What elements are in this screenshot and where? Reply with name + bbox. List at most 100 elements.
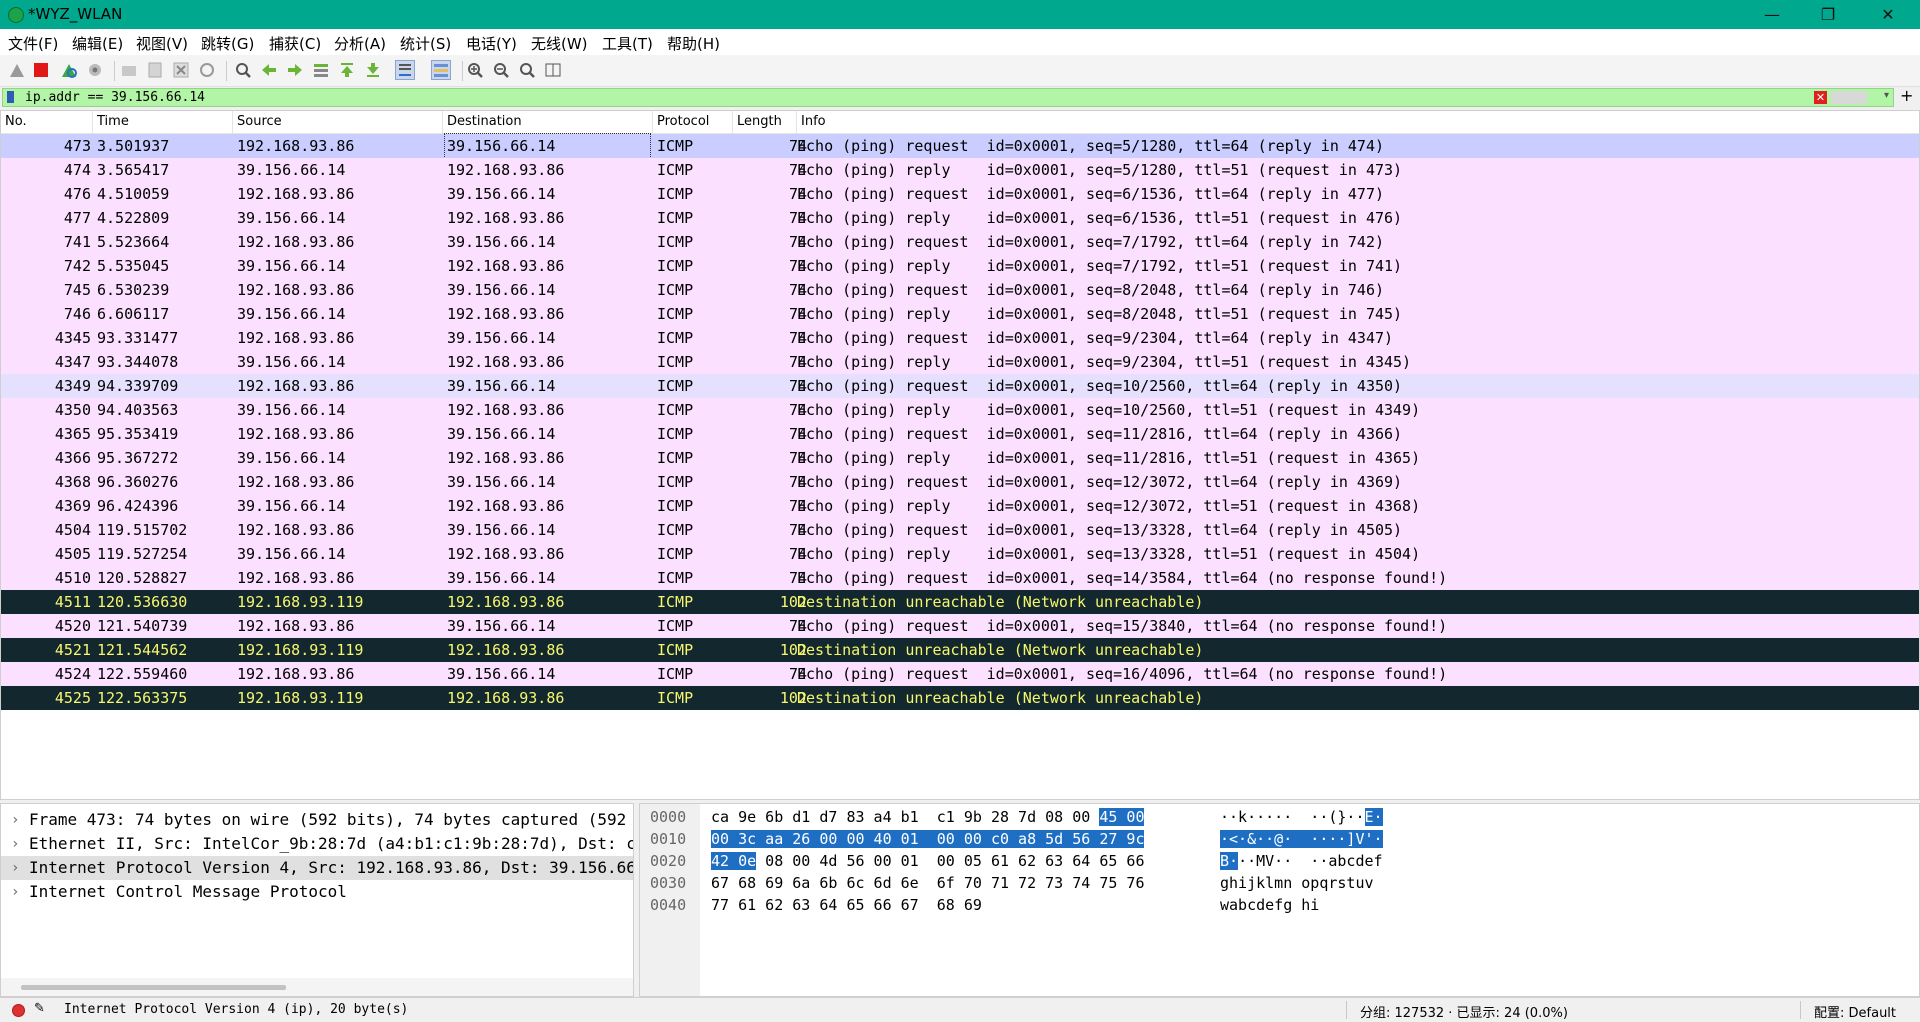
column-header-source[interactable]: Source bbox=[233, 111, 443, 133]
edit-comment-icon[interactable]: ✎ bbox=[34, 1001, 45, 1016]
status-field-info: Internet Protocol Version 4 (ip), 20 byt… bbox=[64, 1002, 409, 1017]
expand-arrow-icon[interactable]: › bbox=[11, 856, 19, 880]
close-button[interactable]: ✕ bbox=[1860, 0, 1916, 29]
auto-scroll-icon[interactable] bbox=[395, 60, 415, 80]
expand-arrow-icon[interactable]: › bbox=[11, 880, 19, 904]
packet-row[interactable]: 4520 121.540739 192.168.93.86 39.156.66.14 I… bbox=[1, 614, 1919, 638]
maximize-button[interactable]: ❐ bbox=[1800, 0, 1856, 29]
byte-hex[interactable]: 67 68 69 6a 6b 6c 6d 6e 6f 70 71 72 73 7… bbox=[711, 872, 1144, 894]
byte-hex[interactable]: 00 3c aa 26 00 00 40 01 00 00 c0 a8 5d 5… bbox=[711, 828, 1145, 850]
display-filter-bar[interactable]: ip.addr == 39.156.66.14 ✕ ▾ bbox=[2, 88, 1894, 107]
menu-help[interactable]: 帮助(H) bbox=[667, 33, 720, 54]
packet-row[interactable]: 4349 94.339709 192.168.93.86 39.156.66.14 IC… bbox=[1, 374, 1919, 398]
byte-hex[interactable]: 77 61 62 63 64 65 66 67 68 69 bbox=[711, 894, 982, 916]
packet-row[interactable]: 4521 121.544562 192.168.93.119 192.168.93.8… bbox=[1, 638, 1919, 662]
packet-details-pane[interactable]: › Frame 473: 74 bytes on wire (592 bits),… bbox=[0, 803, 634, 997]
packet-row[interactable]: 4510 120.528827 192.168.93.86 39.156.66.14 I… bbox=[1, 566, 1919, 590]
packet-row[interactable]: 4524 122.559460 192.168.93.86 39.156.66.14 I… bbox=[1, 662, 1919, 686]
packet-row[interactable]: 4525 122.563375 192.168.93.119 192.168.93.8… bbox=[1, 686, 1919, 710]
start-capture-icon[interactable] bbox=[8, 61, 26, 79]
stop-capture-icon[interactable] bbox=[32, 61, 50, 79]
byte-ascii[interactable]: wabcdefg hi bbox=[1220, 894, 1319, 916]
menu-telephony[interactable]: 电话(Y) bbox=[466, 33, 517, 54]
resize-columns-icon[interactable] bbox=[544, 61, 562, 79]
packet-bytes-pane[interactable]: 0000 ca 9e 6b d1 d7 83 a4 b1 c1 9b 28 7d … bbox=[639, 803, 1920, 997]
detail-tree-item[interactable]: › Ethernet II, Src: IntelCor_9b:28:7d (a4… bbox=[1, 832, 633, 856]
menu-analyze[interactable]: 分析(A) bbox=[334, 33, 386, 54]
packet-row[interactable]: 477 4.522809 39.156.66.14 192.168.93.86 ICMP… bbox=[1, 206, 1919, 230]
packet-row[interactable]: 746 6.606117 39.156.66.14 192.168.93.86 ICMP… bbox=[1, 302, 1919, 326]
detail-tree-item[interactable]: › Internet Protocol Version 4, Src: 192.1… bbox=[1, 856, 633, 880]
detail-tree-item[interactable]: › Internet Control Message Protocol bbox=[1, 880, 633, 904]
filter-history-dropdown-icon[interactable]: ▾ bbox=[1884, 90, 1889, 101]
column-header-length[interactable]: Length bbox=[733, 111, 797, 133]
restart-capture-icon[interactable] bbox=[60, 61, 78, 79]
column-header-protocol[interactable]: Protocol bbox=[653, 111, 733, 133]
byte-ascii[interactable]: B···MV·· ··abcdef bbox=[1220, 850, 1383, 872]
menu-view[interactable]: 视图(V) bbox=[136, 33, 188, 54]
go-last-packet-icon[interactable] bbox=[364, 61, 382, 79]
add-filter-button[interactable]: + bbox=[1900, 86, 1913, 105]
details-scrollbar-thumb[interactable] bbox=[21, 985, 286, 990]
colorize-icon[interactable] bbox=[431, 60, 451, 80]
expand-arrow-icon[interactable]: › bbox=[11, 832, 19, 856]
expand-arrow-icon[interactable]: › bbox=[11, 808, 19, 832]
packet-list[interactable]: No. Time Source Destination Protocol Len… bbox=[0, 110, 1920, 800]
go-to-packet-icon[interactable] bbox=[312, 61, 330, 79]
packet-row[interactable]: 476 4.510059 192.168.93.86 39.156.66.14 ICMP… bbox=[1, 182, 1919, 206]
byte-ascii[interactable]: ·<·&··@· ····]V'· bbox=[1220, 828, 1383, 850]
packet-row[interactable]: 4365 95.353419 192.168.93.86 39.156.66.14 IC… bbox=[1, 422, 1919, 446]
packet-row[interactable]: 4366 95.367272 39.156.66.14 192.168.93.86 IC… bbox=[1, 446, 1919, 470]
packet-row[interactable]: 474 3.565417 39.156.66.14 192.168.93.86 ICMP… bbox=[1, 158, 1919, 182]
zoom-in-icon[interactable] bbox=[466, 61, 484, 79]
filter-bookmark-icon[interactable] bbox=[7, 91, 14, 103]
packet-row[interactable]: 745 6.530239 192.168.93.86 39.156.66.14 ICMP… bbox=[1, 278, 1919, 302]
packet-info: Destination unreachable (Network unreach… bbox=[797, 689, 1204, 707]
byte-ascii[interactable]: ghijklmn opqrstuv bbox=[1220, 872, 1374, 894]
packet-row[interactable]: 4345 93.331477 192.168.93.86 39.156.66.14 IC… bbox=[1, 326, 1919, 350]
go-back-icon[interactable] bbox=[260, 61, 278, 79]
go-forward-icon[interactable] bbox=[286, 61, 304, 79]
packet-destination: 39.156.66.14 bbox=[447, 569, 556, 587]
packet-row[interactable]: 4369 96.424396 39.156.66.14 192.168.93.86 IC… bbox=[1, 494, 1919, 518]
packet-row[interactable]: 4347 93.344078 39.156.66.14 192.168.93.86 IC… bbox=[1, 350, 1919, 374]
packet-row[interactable]: 4504 119.515702 192.168.93.86 39.156.66.14 I… bbox=[1, 518, 1919, 542]
menu-edit[interactable]: 编辑(E) bbox=[72, 33, 123, 54]
find-packet-icon[interactable] bbox=[234, 61, 252, 79]
go-first-packet-icon[interactable] bbox=[338, 61, 356, 79]
column-header-info[interactable]: Info bbox=[797, 111, 1919, 133]
menu-go[interactable]: 跳转(G) bbox=[201, 33, 254, 54]
byte-ascii[interactable]: ··k····· ··(}··E· bbox=[1220, 806, 1383, 828]
packet-row[interactable]: 4505 119.527254 39.156.66.14 192.168.93.86 I… bbox=[1, 542, 1919, 566]
open-file-icon[interactable] bbox=[120, 61, 138, 79]
display-filter-input[interactable]: ip.addr == 39.156.66.14 bbox=[25, 89, 205, 106]
minimize-button[interactable]: — bbox=[1744, 0, 1800, 29]
column-header-destination[interactable]: Destination bbox=[443, 111, 653, 133]
clear-filter-icon[interactable]: ✕ bbox=[1814, 91, 1827, 104]
menu-tools[interactable]: 工具(T) bbox=[602, 33, 653, 54]
expert-info-icon[interactable] bbox=[12, 1004, 25, 1017]
zoom-normal-icon[interactable] bbox=[518, 61, 536, 79]
packet-row[interactable]: 4511 120.536630 192.168.93.119 192.168.93.8… bbox=[1, 590, 1919, 614]
packet-row[interactable]: 4368 96.360276 192.168.93.86 39.156.66.14 IC… bbox=[1, 470, 1919, 494]
close-file-icon[interactable] bbox=[172, 61, 190, 79]
reload-file-icon[interactable] bbox=[198, 61, 216, 79]
detail-tree-item[interactable]: › Frame 473: 74 bytes on wire (592 bits),… bbox=[1, 808, 633, 832]
zoom-out-icon[interactable] bbox=[492, 61, 510, 79]
column-header-no[interactable]: No. bbox=[1, 111, 93, 133]
menu-capture[interactable]: 捕获(C) bbox=[269, 33, 321, 54]
packet-row[interactable]: 4350 94.403563 39.156.66.14 192.168.93.86 IC… bbox=[1, 398, 1919, 422]
menu-file[interactable]: 文件(F) bbox=[8, 33, 58, 54]
save-file-icon[interactable] bbox=[146, 61, 164, 79]
packet-row[interactable]: 473 3.501937 192.168.93.86 39.156.66.14 ICMP… bbox=[1, 133, 1919, 159]
packet-row[interactable]: 742 5.535045 39.156.66.14 192.168.93.86 ICMP… bbox=[1, 254, 1919, 278]
capture-options-icon[interactable] bbox=[86, 61, 104, 79]
menu-statistics[interactable]: 统计(S) bbox=[400, 33, 451, 54]
byte-hex[interactable]: 42 0e 08 00 4d 56 00 01 00 05 61 62 63 6… bbox=[711, 850, 1144, 872]
column-header-time[interactable]: Time bbox=[93, 111, 233, 133]
packet-row[interactable]: 741 5.523664 192.168.93.86 39.156.66.14 ICMP… bbox=[1, 230, 1919, 254]
byte-hex[interactable]: ca 9e 6b d1 d7 83 a4 b1 c1 9b 28 7d 08 0… bbox=[711, 806, 1145, 828]
apply-filter-button[interactable] bbox=[1831, 91, 1867, 104]
status-profile[interactable]: 配置: Default bbox=[1814, 1002, 1896, 1021]
menu-wireless[interactable]: 无线(W) bbox=[531, 33, 588, 54]
